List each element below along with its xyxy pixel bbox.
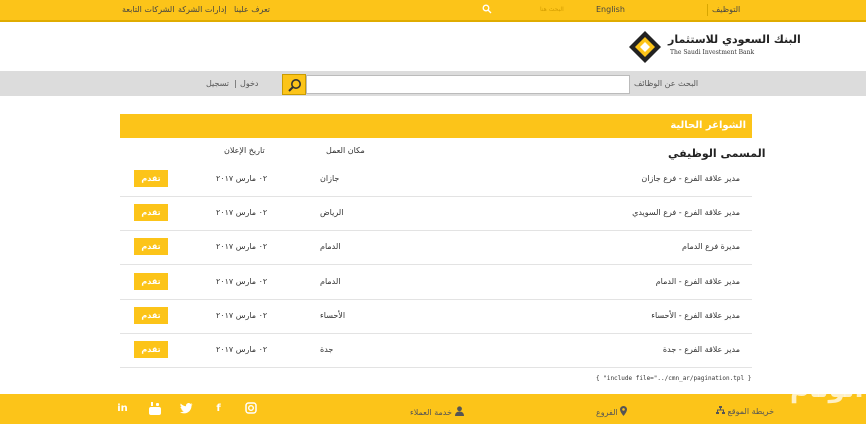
search-icon[interactable] [482,4,492,14]
topbar-link-about[interactable]: تعرف علينا [234,5,270,14]
footer: خريطة الموقع الفروع خدمة العملاء f in [0,394,866,424]
current-vacancies-title: الشواغر الحالية [670,120,746,131]
branches-label: الفروع [596,408,618,417]
table-row: مدير علاقة الفرع - جدة جدة ٠٢ مارس ٢٠١٧ … [120,334,752,368]
column-header-date: تاريخ الإعلان [224,146,265,155]
instagram-icon[interactable] [244,402,257,415]
apply-button[interactable]: تقدم [134,307,168,324]
auth-separator: | [234,79,237,88]
watermark-logo: الوئام [790,374,864,404]
job-search-label: البحث عن الوظائف [634,79,699,88]
linkedin-icon[interactable]: in [116,402,129,415]
twitter-icon[interactable] [179,402,193,415]
job-date: ٠٢ مارس ٢٠١٧ [216,174,268,183]
table-row: مدير علاقة الفرع - الدمام الدمام ٠٢ مارس… [120,266,752,300]
current-vacancies-header: الشواغر الحالية [120,114,752,138]
topbar-search-placeholder[interactable]: البحث هنا [540,6,564,13]
magnifier-icon [288,79,301,92]
topbar-jobs-link[interactable]: التوظيف [712,5,740,14]
header: البنك السعودي للاستثمار The Saudi Invest… [0,22,866,70]
apply-button[interactable]: تقدم [134,204,168,221]
register-link[interactable]: تسجيل [206,79,229,88]
top-bar: التوظيف English البحث هنا الشركات التابع… [0,0,866,22]
job-location: جازان [320,174,340,183]
table-row: مدير علاقة الفرع - فرع جازان جازان ٠٢ ما… [120,163,752,197]
language-switch[interactable]: English [596,5,625,14]
divider [707,4,708,16]
job-title-link[interactable]: مدير علاقة الفرع - جدة [663,345,740,354]
job-date: ٠٢ مارس ٢٠١٧ [216,277,268,286]
table-row: مدير علاقة الفرع - الأحساء الأحساء ٠٢ ما… [120,300,752,334]
footer-customer-service-link[interactable]: خدمة العملاء [410,406,464,417]
job-date: ٠٢ مارس ٢٠١٧ [216,242,268,251]
topbar-link-subsidiaries[interactable]: الشركات التابعة [122,5,174,14]
pagination-template-note: { "include file="../cmn_ar/pagination.tp… [596,375,752,382]
login-link[interactable]: دخول [240,79,258,88]
apply-button[interactable]: تقدم [134,341,168,358]
job-location: الدمام [320,242,341,251]
apply-button[interactable]: تقدم [134,238,168,255]
job-date: ٠٢ مارس ٢٠١٧ [216,345,268,354]
job-title-link[interactable]: مديرة فرع الدمام [682,242,740,251]
job-date: ٠٢ مارس ٢٠١٧ [216,208,268,217]
job-search-input[interactable] [306,75,630,94]
job-search-button[interactable] [282,74,306,95]
customer-service-label: خدمة العملاء [410,408,452,417]
job-title-link[interactable]: مدير علاقة الفرع - فرع جازان [641,174,740,183]
apply-button[interactable]: تقدم [134,273,168,290]
footer-sitemap-link[interactable]: خريطة الموقع [716,406,774,416]
job-title-link[interactable]: مدير علاقة الفرع - فرع السويدي [632,208,740,217]
map-pin-icon [620,406,628,416]
table-row: مديرة فرع الدمام الدمام ٠٢ مارس ٢٠١٧ تقد… [120,231,752,265]
bank-logo-icon[interactable] [628,30,662,64]
facebook-icon[interactable]: f [212,402,225,415]
apply-button[interactable]: تقدم [134,170,168,187]
topbar-link-departments[interactable]: إدارات الشركة [178,5,226,14]
logo-arabic-name: البنك السعودي للاستثمار [668,33,801,46]
column-header-location: مكان العمل [326,146,365,155]
sitemap-label: خريطة الموقع [727,407,775,416]
job-title-link[interactable]: مدير علاقة الفرع - الدمام [656,277,740,286]
user-icon [454,406,464,416]
column-header-title: المسمى الوظيفي [668,147,766,160]
job-location: الدمام [320,277,341,286]
youtube-icon[interactable] [148,402,161,415]
footer-branches-link[interactable]: الفروع [596,406,628,417]
job-location: الرياض [320,208,344,217]
job-date: ٠٢ مارس ٢٠١٧ [216,311,268,320]
job-location: جدة [320,345,334,354]
sitemap-icon [716,406,725,414]
table-row: مدير علاقة الفرع - فرع السويدي الرياض ٠٢… [120,197,752,231]
job-location: الأحساء [320,311,346,320]
job-title-link[interactable]: مدير علاقة الفرع - الأحساء [651,311,740,320]
logo-english-name: The Saudi Investment Bank [670,49,755,56]
